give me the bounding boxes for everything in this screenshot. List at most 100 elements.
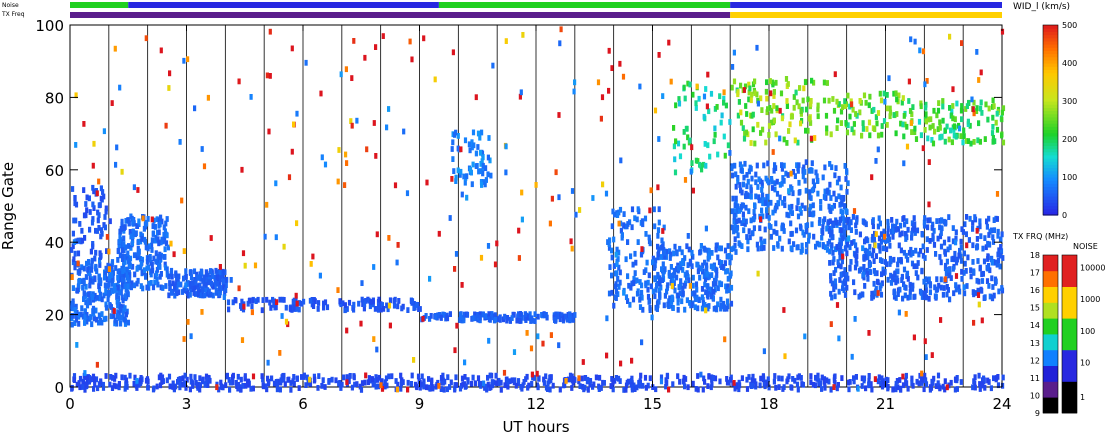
echo-point	[876, 110, 881, 116]
echo-point	[872, 247, 876, 254]
echo-point	[857, 293, 861, 300]
echo-point	[886, 218, 890, 225]
echo-point	[923, 81, 927, 88]
echo-point	[421, 316, 425, 322]
echo-point	[558, 316, 562, 323]
echo-point	[919, 103, 923, 110]
echo-point	[881, 270, 885, 276]
echo-point	[664, 377, 668, 384]
echo-point	[766, 106, 770, 112]
echo-point	[460, 191, 464, 198]
echo-point	[871, 217, 875, 223]
echo-point	[91, 373, 96, 380]
echo-point	[940, 217, 944, 224]
echo-point	[82, 187, 86, 193]
echo-point	[120, 168, 124, 175]
echo-point	[691, 380, 695, 387]
echo-point	[571, 379, 575, 386]
echo-point	[592, 381, 596, 388]
echo-point	[144, 35, 148, 42]
echo-point	[901, 373, 905, 380]
echo-point	[846, 92, 850, 99]
echo-point	[861, 120, 865, 126]
echo-point	[973, 374, 977, 381]
echo-point	[649, 187, 653, 194]
echo-point	[861, 245, 865, 252]
echo-point	[92, 140, 96, 147]
x-tick-label: 21	[876, 395, 895, 413]
echo-point	[954, 229, 958, 236]
echo-point	[787, 238, 791, 245]
echo-point	[231, 374, 235, 381]
echo-point	[292, 121, 296, 128]
echo-point	[104, 288, 108, 295]
echo-point	[723, 152, 727, 159]
echo-point	[948, 244, 952, 251]
echo-point	[848, 113, 852, 120]
x-axis-label: UT hours	[502, 418, 569, 435]
echo-point	[91, 308, 95, 314]
echo-point	[370, 376, 374, 382]
echo-point	[775, 178, 779, 185]
echo-point	[913, 125, 917, 132]
echo-point	[225, 372, 229, 379]
echo-point	[73, 195, 77, 201]
echo-point	[189, 373, 193, 380]
echo-point	[141, 215, 145, 222]
echo-point	[295, 220, 299, 227]
echo-point	[272, 380, 277, 387]
echo-point	[110, 259, 115, 265]
echo-point	[833, 71, 837, 78]
echo-point	[886, 385, 890, 392]
echo-point	[468, 147, 472, 154]
echo-point	[90, 267, 94, 273]
echo-point	[906, 385, 910, 392]
echo-point	[904, 377, 908, 384]
echo-point	[146, 384, 150, 391]
echo-point	[106, 283, 110, 289]
echo-point	[345, 327, 349, 334]
echo-point	[804, 127, 808, 134]
echo-point	[343, 307, 347, 314]
echo-point	[891, 386, 895, 393]
echo-point	[874, 231, 878, 237]
echo-point	[678, 378, 682, 385]
echo-point	[613, 283, 617, 290]
echo-point	[243, 262, 247, 269]
echo-point	[820, 234, 824, 241]
echo-point	[992, 103, 996, 110]
echo-point	[991, 135, 995, 141]
echo-point	[236, 373, 240, 380]
echo-point	[100, 296, 104, 303]
echo-point	[945, 123, 949, 130]
echo-point	[798, 223, 803, 230]
echo-point	[691, 91, 695, 98]
echo-point	[629, 253, 633, 260]
echo-point	[977, 301, 981, 308]
echo-point	[770, 185, 775, 191]
echo-point	[804, 106, 809, 113]
echo-point	[970, 96, 974, 103]
echo-point	[680, 259, 685, 266]
echo-point	[605, 352, 609, 359]
echo-point	[715, 104, 719, 110]
echo-point	[907, 78, 911, 85]
echo-point	[504, 143, 508, 150]
echo-point	[124, 311, 128, 318]
echo-point	[792, 104, 796, 111]
x-tick-label: 12	[526, 395, 545, 413]
echo-point	[487, 337, 491, 344]
echo-point	[445, 315, 450, 322]
echo-point	[834, 283, 838, 290]
echo-point	[778, 235, 782, 242]
echo-point	[107, 248, 111, 255]
echo-point	[318, 272, 322, 279]
echo-point	[355, 381, 359, 387]
echo-point	[836, 259, 840, 265]
echo-point	[606, 239, 610, 245]
echo-point	[991, 114, 995, 121]
echo-point	[951, 225, 955, 231]
echo-point	[923, 255, 927, 261]
echo-point	[653, 223, 657, 230]
echo-point	[873, 126, 877, 132]
